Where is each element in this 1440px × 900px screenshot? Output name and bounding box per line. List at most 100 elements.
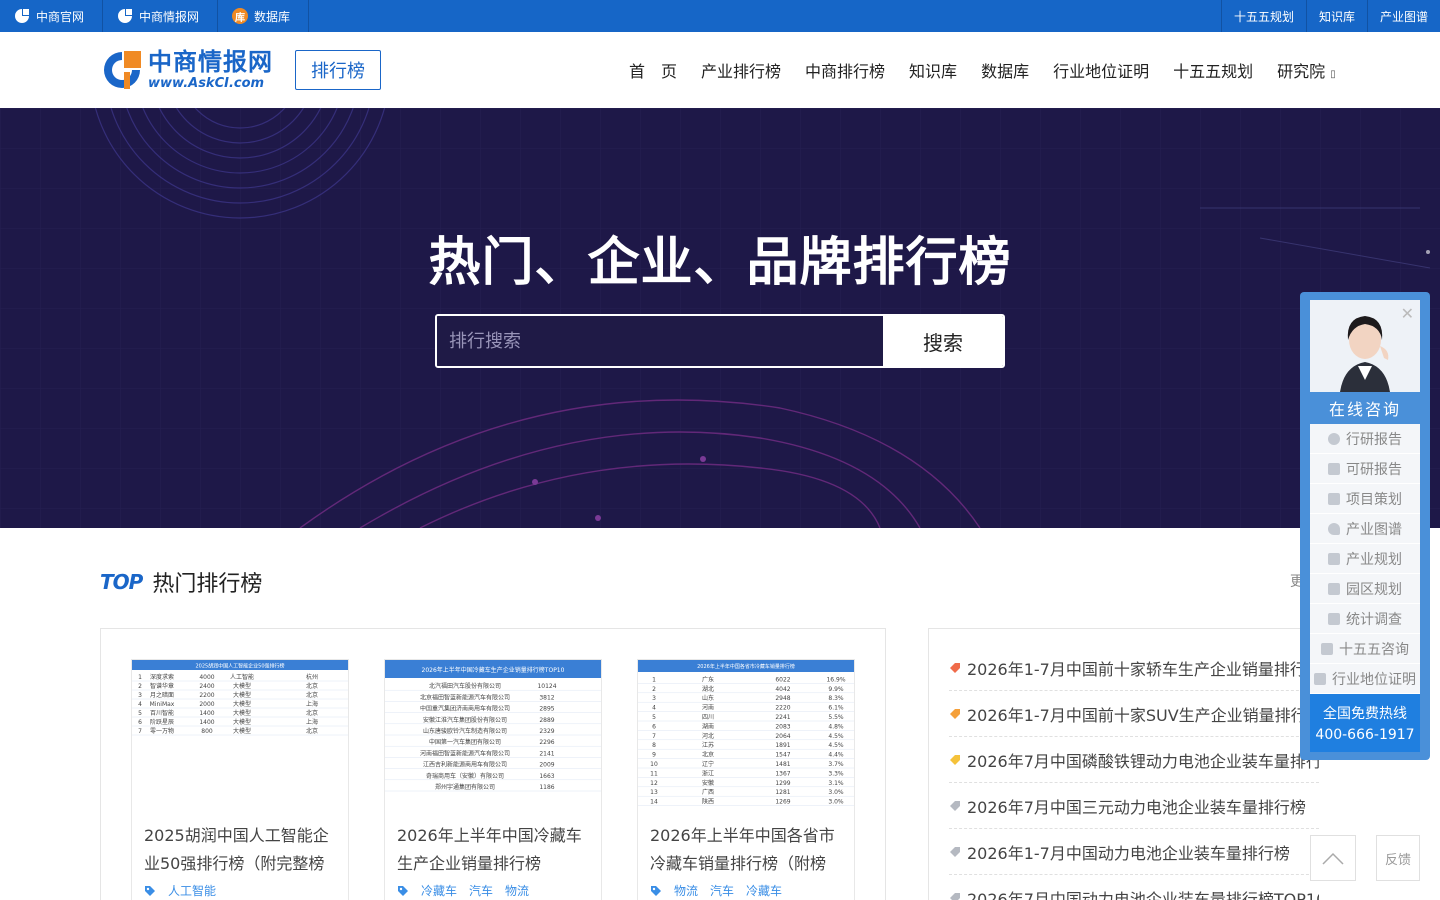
top-bar-left: 中商官网 中商情报网 库 数据库 [0,0,310,32]
thumbnail-cell: 月之暗面 [150,691,174,699]
thumbnail-cell: 四川 [702,714,714,721]
thumbnail-cell: 大模型 [233,727,251,735]
thumbnail-cell: 4000 [199,674,214,681]
topbar-link-plan[interactable]: 十五五规划 [1220,0,1306,32]
database-badge-icon: 库 [232,8,249,24]
thumbnail-cell: 3 [138,692,142,699]
thumbnail-cell: 江西吉利新能源商用车有限公司 [423,761,507,769]
float-link[interactable]: 行研报告 [1310,424,1420,454]
nav-industry-rank[interactable]: 产业排行榜 [701,58,781,82]
card-thumbnail-table: 2026年上半年中国冷藏车生产企业销量排行榜TOP10 北汽福田汽车股份有限公司… [385,660,601,792]
top-bar: 中商官网 中商情报网 库 数据库 十五五规划 知识库 产业图谱 [0,0,1440,32]
thumbnail-cell: 中国第一汽车集团有限公司 [429,738,501,746]
thumbnail-title: 2026年上半年中国冷藏车生产企业销量排行榜TOP10 [422,666,565,674]
rank-card[interactable]: 2025胡润中国人工智能企业50强排行榜 1 深度求索 4000 人工智能 杭州 2 智谱华… [131,659,349,900]
thumbnail-cell: 8 [652,742,656,749]
thumbnail-cell: 北京 [306,682,318,690]
thumbnail-cell: 江苏 [702,741,714,749]
nav-database[interactable]: 数据库 [981,58,1029,82]
card-tag[interactable]: 物流 [505,882,529,899]
list-item[interactable]: 2026年7月中国动力电池企业装车量排行榜TOP10 [949,875,1319,900]
float-link[interactable]: 园区规划 [1310,574,1420,604]
topbar-link-askci[interactable]: 中商情报网 [103,0,219,32]
thumbnail-cell: 2200 [199,692,214,699]
tag-icon [950,846,960,857]
thumbnail-cell: 北京 [306,691,318,699]
site-logo[interactable]: 中商情报网 www.AskCI.com [100,48,273,92]
rank-card[interactable]: 2026年上半年中国各省市冷藏车销量排行榜 1 广东 6022 16.9% 2 湖北 404… [637,659,855,900]
hotline[interactable]: 全国免费热线 400-666-1917 [1310,694,1420,752]
online-consult-button[interactable]: 在线咨询 [1310,392,1420,424]
thumbnail-cell: 12 [650,780,658,787]
search-input[interactable] [437,316,883,366]
float-link[interactable]: 十五五咨询 [1310,634,1420,664]
thumbnail-cell: 1367 [775,770,790,777]
feedback-button[interactable]: 反馈 [1376,835,1420,881]
thumbnail-cell: 3.0% [828,789,844,796]
thumbnail-cell: 2 [652,686,656,693]
nav-knowledge[interactable]: 知识库 [909,58,957,82]
thumbnail-cell: 2889 [539,717,554,724]
hot-rank-list: 2026年1-7月中国前十家轿车生产企业销量排行榜 2026年1-7月中国前十家… [928,628,1340,900]
factory-icon [1328,582,1340,595]
topbar-link-database[interactable]: 库 数据库 [218,0,310,32]
card-thumbnail-table: 2026年上半年中国各省市冷藏车销量排行榜 1 广东 6022 16.9% 2 湖北 404… [638,660,854,806]
nav-15th-plan[interactable]: 十五五规划 [1173,58,1253,82]
pie-chart-icon [1328,432,1340,445]
card-tags: 冷藏车 汽车 物流 [385,880,601,900]
float-link[interactable]: 产业规划 [1310,544,1420,574]
section-title: 热门排行榜 [152,572,263,597]
topbar-link-official[interactable]: 中商官网 [0,0,104,32]
float-link[interactable]: 产业图谱 [1310,514,1420,544]
document-icon [1328,492,1340,505]
hotline-number: 400-666-1917 [1315,727,1415,743]
nav-institute[interactable]: 研究院 ▯ [1277,58,1336,82]
list-item[interactable]: 2026年1-7月中国前十家SUV生产企业销量排行榜 [949,691,1319,737]
list-item[interactable]: 2026年7月中国三元动力电池企业装车量排行榜 [949,783,1319,829]
thumbnail-cell: 2329 [539,728,554,735]
thumbnail-cell: MiniMax [150,701,175,708]
thumbnail-cell: 杭州 [306,673,318,681]
back-to-top-button[interactable] [1310,835,1356,881]
logo-url: www.AskCI.com [148,76,265,91]
search-button[interactable]: 搜索 [883,316,1003,366]
card-tags: 物流 汽车 冷藏车 [638,880,854,900]
thumbnail-cell: 1 [138,674,142,681]
card-tag[interactable]: 冷藏车 [746,882,782,899]
thumbnail-cell: 16.9% [826,676,845,683]
close-icon[interactable]: ✕ [1401,304,1414,323]
nav-home[interactable]: 首 页 [629,58,677,82]
card-tag[interactable]: 汽车 [469,882,493,899]
card-thumbnail-table: 2025胡润中国人工智能企业50强排行榜 1 深度求索 4000 人工智能 杭州 2 智谱华… [132,660,348,736]
rank-section-tag[interactable]: 排行榜 [295,50,381,90]
nav-zhongshang-rank[interactable]: 中商排行榜 [805,58,885,82]
card-tag[interactable]: 冷藏车 [421,882,457,899]
thumbnail-cell: 4.5% [828,733,844,740]
rank-card[interactable]: 2026年上半年中国冷藏车生产企业销量排行榜TOP10 北汽福田汽车股份有限公司… [384,659,602,900]
thumbnail-cell: 2009 [539,762,554,769]
card-tag[interactable]: 汽车 [710,882,734,899]
card-tag[interactable]: 人工智能 [168,882,216,899]
thumbnail-cell: 4 [652,705,656,712]
thumbnail-cell: 1663 [539,773,554,780]
thumbnail-cell: 2000 [199,701,214,708]
thumbnail-cell: 1400 [199,710,214,717]
topbar-link-knowledge[interactable]: 知识库 [1305,0,1367,32]
list-item[interactable]: 2026年1-7月中国前十家轿车生产企业销量排行榜 [949,645,1319,691]
float-link[interactable]: 统计调查 [1310,604,1420,634]
thumbnail-cell: 7 [652,733,656,740]
consultant-avatar: ✕ [1310,300,1420,392]
nav-industry-proof[interactable]: 行业地位证明 [1053,58,1149,82]
float-link[interactable]: 项目策划 [1310,484,1420,514]
topbar-link-industry-map[interactable]: 产业图谱 [1366,0,1440,32]
float-link[interactable]: 可研报告 [1310,454,1420,484]
tag-icon [950,754,960,765]
thumbnail-cell: 山东唐骏欧铃汽车制造有限公司 [423,727,507,735]
card-tag[interactable]: 物流 [674,882,698,899]
thumbnail-cell: 智谱华章 [150,682,174,690]
thumbnail-cell: 1891 [775,742,790,749]
float-link[interactable]: 行业地位证明 [1310,664,1420,694]
list-item[interactable]: 2026年1-7月中国动力电池企业装车量排行榜 [949,829,1319,875]
thumbnail-cell: 4.4% [828,752,844,759]
list-item[interactable]: 2026年7月中国磷酸铁锂动力电池企业装车量排行 [949,737,1319,783]
